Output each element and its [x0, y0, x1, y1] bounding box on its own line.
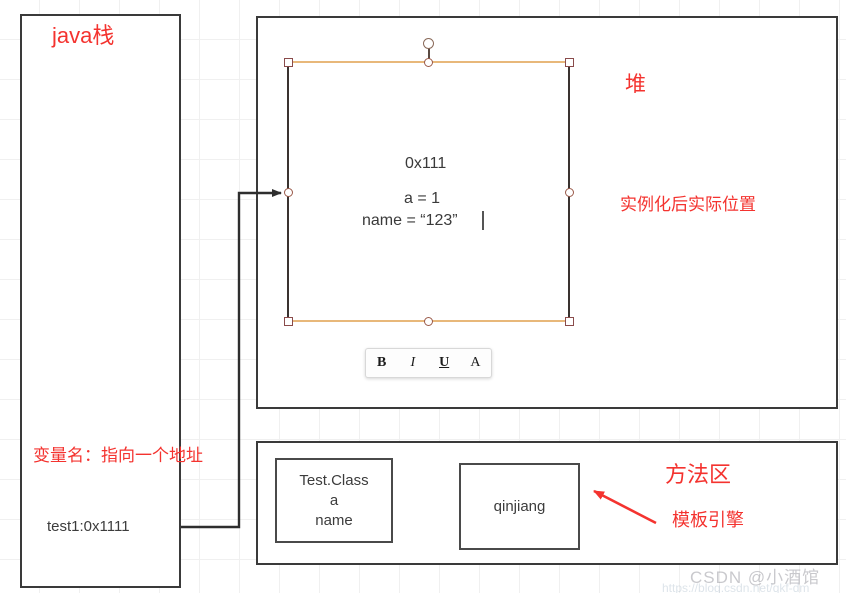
resize-handle-bottom-left[interactable] — [284, 317, 293, 326]
test-class-line2: a — [329, 491, 339, 509]
object-address-label: 0x111 — [405, 155, 447, 172]
test-class-line1: Test.Class — [299, 471, 369, 489]
variable-name-annotation: 变量名：指向一个地址 — [33, 446, 203, 465]
java-stack-container[interactable] — [20, 14, 181, 588]
underline-button[interactable]: U — [432, 353, 456, 373]
string-constant-box[interactable]: qinjiang — [459, 463, 580, 550]
font-color-button[interactable]: A — [463, 353, 487, 373]
diagram-canvas: java栈 变量名：指向一个地址 test1:0x1111 堆 实例化后实际位置… — [0, 0, 846, 593]
heap-title: 堆 — [625, 73, 646, 96]
string-constant-text: qinjiang — [493, 497, 546, 515]
stack-entry-test1: test1:0x1111 — [47, 518, 130, 535]
method-area-title: 方法区 — [665, 462, 732, 487]
test-class-box[interactable]: Test.Class a name — [275, 458, 393, 543]
text-cursor-caret — [482, 211, 484, 230]
resize-handle-top-center[interactable] — [424, 58, 433, 67]
connection-handle-right[interactable] — [565, 188, 574, 197]
bold-button[interactable]: B — [370, 353, 394, 373]
resize-handle-top-left[interactable] — [284, 58, 293, 67]
connection-handle-left[interactable] — [284, 188, 293, 197]
rotate-handle[interactable] — [423, 38, 434, 49]
csdn-watermark-url: https://blog.csdn.net/qkf-dm — [662, 581, 810, 593]
object-field-a-label: a = 1 — [404, 190, 441, 207]
resize-handle-bottom-right[interactable] — [565, 317, 574, 326]
template-engine-annotation: 模板引擎 — [672, 510, 744, 530]
java-stack-title: java栈 — [52, 23, 115, 48]
italic-button[interactable]: I — [401, 353, 425, 373]
heap-annotation: 实例化后实际位置 — [620, 195, 756, 214]
object-field-name-label: name = “123” — [362, 212, 458, 229]
resize-handle-bottom-center[interactable] — [424, 317, 433, 326]
resize-handle-top-right[interactable] — [565, 58, 574, 67]
test-class-line3: name — [315, 511, 353, 529]
text-format-toolbar[interactable]: B I U A — [365, 348, 492, 378]
